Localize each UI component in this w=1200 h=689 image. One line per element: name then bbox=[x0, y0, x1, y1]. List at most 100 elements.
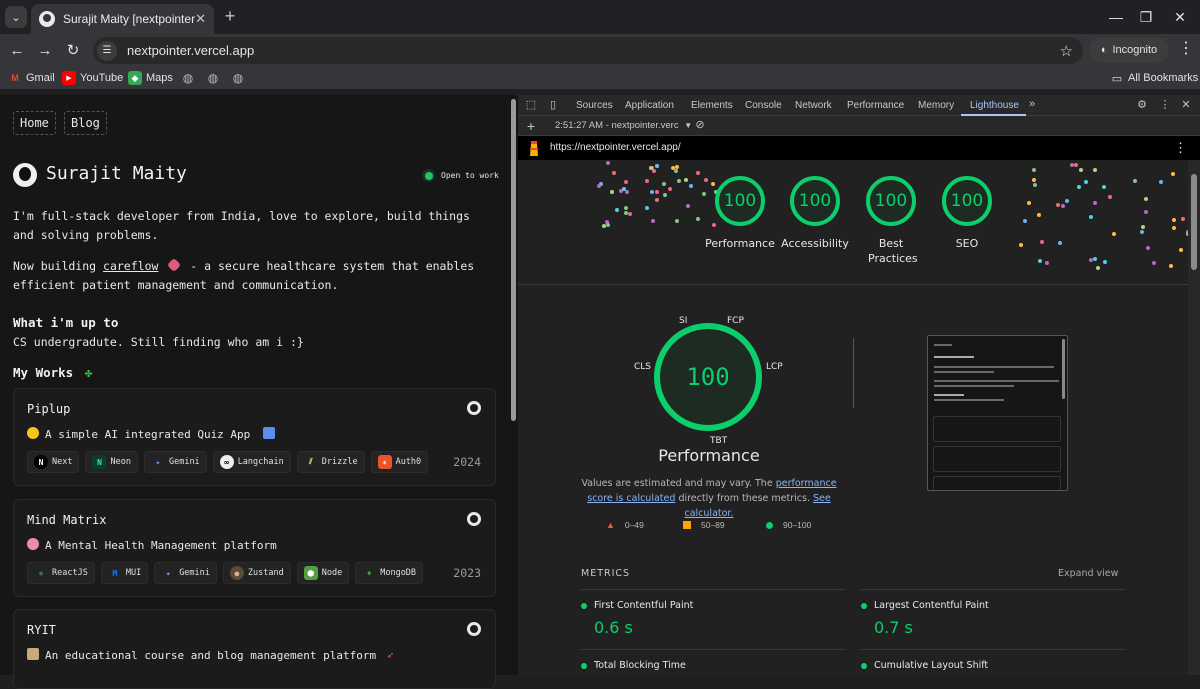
tab-application[interactable]: Application bbox=[625, 100, 674, 111]
website-viewport: Home Blog Surajit Maity Open to work I'm… bbox=[0, 95, 510, 689]
bookmark-gmail[interactable]: M Gmail bbox=[8, 70, 54, 86]
legend-label: 90–100 bbox=[783, 520, 812, 530]
confetti-dot bbox=[1088, 214, 1093, 219]
bookmark-youtube[interactable]: ▶ YouTube bbox=[62, 70, 123, 86]
performance-title: Performance bbox=[658, 446, 760, 465]
all-bookmarks[interactable]: ▭ All Bookmarks bbox=[1110, 70, 1199, 86]
confetti-dot bbox=[1141, 224, 1146, 229]
final-screenshot-thumbnail[interactable] bbox=[927, 335, 1068, 491]
bookmark-star-icon[interactable]: ☆ bbox=[1060, 42, 1073, 60]
github-icon[interactable] bbox=[467, 512, 481, 526]
tab-strip: ⌄ Surajit Maity [nextpointer] ✕ + — ❐ ✕ bbox=[0, 0, 1200, 34]
score-gauge-accessibility[interactable]: 100 bbox=[790, 176, 840, 226]
bookmark-globe-3[interactable]: ◍ bbox=[231, 70, 245, 86]
work-card-piplup[interactable]: Piplup A simple AI integrated Quiz App N… bbox=[13, 388, 496, 486]
back-button[interactable]: ← bbox=[5, 38, 29, 62]
settings-gear-icon[interactable]: ⚙ bbox=[1135, 98, 1149, 112]
nodejs-icon: ⬢ bbox=[303, 566, 318, 580]
confetti-dot bbox=[1038, 258, 1043, 263]
tab-performance[interactable]: Performance bbox=[847, 100, 904, 111]
confetti-dot bbox=[663, 193, 668, 198]
report-scrollbar-thumb[interactable] bbox=[1191, 174, 1197, 270]
new-report-icon[interactable]: + bbox=[524, 118, 538, 134]
incognito-icon: ◐ bbox=[1100, 44, 1108, 56]
confetti-dot bbox=[1039, 240, 1044, 245]
new-tab-button[interactable]: + bbox=[220, 6, 240, 27]
report-menu-icon[interactable]: ⋮ bbox=[1174, 140, 1187, 156]
status-label: Open to work bbox=[441, 171, 499, 180]
close-devtools-icon[interactable]: ✕ bbox=[1179, 98, 1193, 112]
tab-console[interactable]: Console bbox=[745, 100, 782, 111]
tab-search-button[interactable]: ⌄ bbox=[5, 6, 27, 28]
forward-button[interactable]: → bbox=[33, 38, 57, 62]
careflow-link[interactable]: careflow bbox=[103, 259, 158, 273]
score-gauge-best-practices[interactable]: 100 bbox=[866, 176, 916, 226]
work-desc-text: A Mental Health Management platform bbox=[45, 539, 277, 552]
confetti-dot bbox=[1064, 198, 1069, 203]
device-toolbar-icon[interactable]: ▯ bbox=[546, 98, 560, 112]
confetti-dot bbox=[623, 180, 628, 185]
confetti-dot bbox=[1060, 204, 1065, 209]
close-tab-icon[interactable]: ✕ bbox=[195, 11, 206, 27]
reload-button[interactable]: ↻ bbox=[61, 38, 85, 62]
vertical-separator bbox=[853, 338, 854, 408]
github-icon[interactable] bbox=[467, 401, 481, 415]
confetti-dot bbox=[1139, 230, 1144, 235]
bookmark-globe-2[interactable]: ◍ bbox=[206, 70, 220, 86]
inspect-element-icon[interactable]: ⬚ bbox=[524, 98, 538, 112]
score-gauge-performance[interactable]: 100 bbox=[715, 176, 765, 226]
work-desc: A Mental Health Management platform bbox=[27, 538, 277, 552]
github-icon[interactable] bbox=[467, 622, 481, 636]
browser-menu-icon[interactable]: ⋮ bbox=[1176, 38, 1196, 58]
confetti-dot bbox=[675, 219, 680, 224]
confetti-dot bbox=[688, 183, 693, 188]
tab-elements[interactable]: Elements bbox=[691, 100, 733, 111]
nav-home-link[interactable]: Home bbox=[13, 111, 56, 135]
confetti-dot bbox=[1092, 168, 1097, 173]
site-info-icon[interactable]: ☰ bbox=[97, 40, 117, 61]
lighthouse-url-bar: https://nextpointer.vercel.app/ ⋮ bbox=[518, 136, 1200, 160]
bookmark-label: Maps bbox=[146, 72, 173, 84]
confetti-dot bbox=[1084, 180, 1089, 185]
work-card-ryit[interactable]: RYIT An educational course and blog mana… bbox=[13, 609, 496, 689]
tab-network[interactable]: Network bbox=[795, 100, 832, 111]
langchain-icon: ∞ bbox=[219, 455, 234, 469]
confetti-dot bbox=[1045, 261, 1050, 266]
tab-sources[interactable]: Sources bbox=[576, 100, 613, 111]
confetti-dot bbox=[652, 168, 657, 173]
tab-memory[interactable]: Memory bbox=[918, 100, 954, 111]
clear-reports-icon[interactable]: ⊘ bbox=[693, 118, 707, 132]
metric-name: Cumulative Layout Shift bbox=[860, 660, 989, 671]
metric-fcp: First Contentful Paint 0.6 s bbox=[580, 589, 845, 647]
bookmark-globe-1[interactable]: ◍ bbox=[181, 70, 195, 86]
metric-tick-si: SI bbox=[679, 316, 688, 326]
rocket-icon: ➶ bbox=[386, 649, 394, 662]
expand-view-toggle[interactable]: Expand view bbox=[1058, 568, 1118, 579]
page-scrollbar-thumb[interactable] bbox=[511, 99, 516, 421]
bookmark-maps[interactable]: ◆ Maps bbox=[128, 70, 173, 86]
address-bar[interactable]: ☰ nextpointer.vercel.app ☆ bbox=[93, 37, 1083, 64]
confetti-dot bbox=[1092, 201, 1097, 206]
confetti-dot bbox=[1055, 202, 1060, 207]
nav-blog-link[interactable]: Blog bbox=[64, 111, 107, 135]
youtube-icon: ▶ bbox=[62, 71, 76, 85]
tab-lighthouse[interactable]: Lighthouse bbox=[970, 100, 1019, 111]
tech-chip: M MUI bbox=[100, 562, 149, 584]
devtools-menu-icon[interactable]: ⋮ bbox=[1158, 98, 1172, 112]
gauge-label: SEO bbox=[955, 237, 979, 250]
score-gauge-seo[interactable]: 100 bbox=[942, 176, 992, 226]
report-select[interactable]: 2:51:27 AM - nextpointer.verc ▼ bbox=[555, 120, 692, 131]
page-scrollbar[interactable] bbox=[510, 95, 518, 675]
metric-value: 0.6 s bbox=[594, 618, 633, 637]
more-tabs-icon[interactable]: » bbox=[1025, 98, 1039, 112]
work-card-mind-matrix[interactable]: Mind Matrix A Mental Health Management p… bbox=[13, 499, 496, 597]
browser-tab[interactable]: Surajit Maity [nextpointer] ✕ bbox=[31, 4, 214, 34]
confetti-dot bbox=[1079, 168, 1084, 173]
confetti-dot bbox=[650, 219, 655, 224]
incognito-indicator[interactable]: ◐ Incognito bbox=[1089, 37, 1169, 63]
confetti-dot bbox=[685, 203, 690, 208]
confetti-dot bbox=[1181, 216, 1186, 221]
report-scrollbar[interactable] bbox=[1188, 160, 1200, 675]
close-window-button[interactable]: ✕ bbox=[1160, 0, 1200, 34]
nextjs-icon: N bbox=[34, 455, 48, 469]
